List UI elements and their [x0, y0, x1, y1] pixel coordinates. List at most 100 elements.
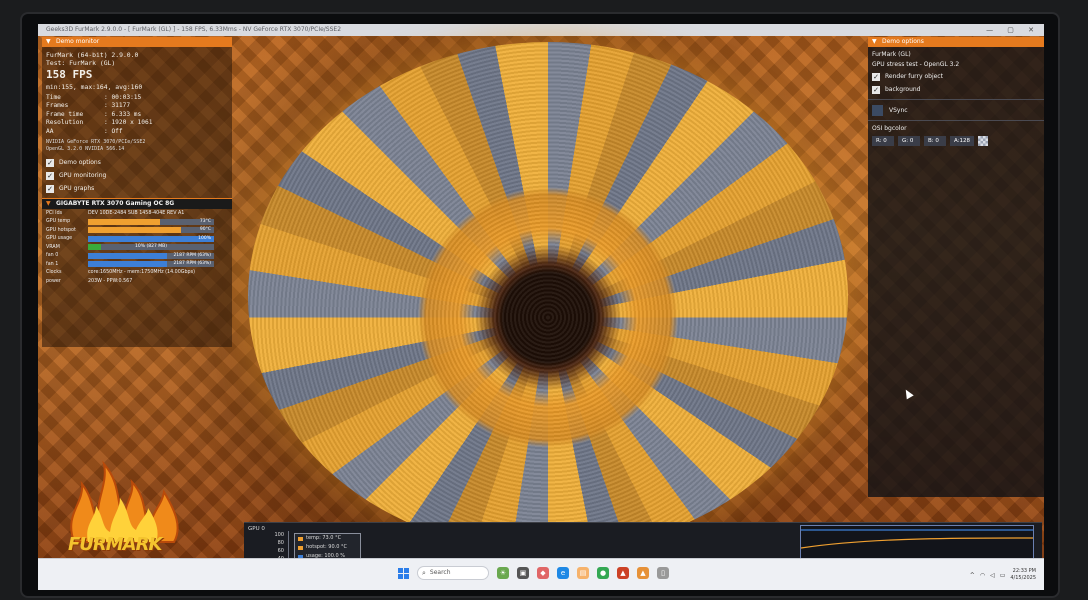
- gpu-stat-value: 10% (827 MB): [135, 244, 167, 250]
- gpu-stat-bar: 73°C: [88, 218, 214, 225]
- gpu-stat-label: VRAM: [46, 244, 60, 250]
- search-placeholder: Search: [429, 569, 451, 576]
- gpu-stat-row: GPU usage 100%: [42, 235, 232, 244]
- copilot-icon[interactable]: ◆: [537, 567, 549, 579]
- bgcolor-b-field[interactable]: B: 0: [924, 136, 946, 146]
- collapse-triangle-icon[interactable]: ▼: [46, 37, 51, 47]
- stat-label: Frame time: [46, 110, 84, 118]
- logo-text: FURMARK: [68, 534, 162, 555]
- gpu-stat-label: fan 0: [46, 253, 59, 259]
- furmark-taskbar-icon[interactable]: ▲: [617, 567, 629, 579]
- clock-date: 4/15/2025: [1010, 575, 1036, 581]
- system-tray: ^ ◠ ◁ ▭ 22:33 PM 4/15/2025: [970, 568, 1036, 582]
- checkmark-icon[interactable]: ✓: [872, 72, 880, 81]
- stat-label: Frames: [46, 102, 69, 110]
- fps-readout: 158 FPS: [46, 68, 93, 81]
- gpu-stat-label: fan 1: [46, 261, 59, 267]
- stat-value: : 1920 x 1061: [104, 119, 153, 127]
- edge-icon[interactable]: e: [557, 567, 569, 579]
- window-titlebar[interactable]: Geeks3D FurMark 2.9.0.0 - [ FurMark (GL)…: [38, 24, 1044, 36]
- checkmark-icon[interactable]: ✓: [46, 171, 54, 180]
- file-explorer-icon[interactable]: ▤: [577, 567, 589, 579]
- widgets-icon[interactable]: ☀: [497, 567, 509, 579]
- furmark-gui-taskbar-icon[interactable]: ▲: [637, 567, 649, 579]
- vsync-toggle[interactable]: VSync: [868, 103, 1044, 117]
- gpu-stat-bar: 90°C: [88, 227, 214, 234]
- checkbox-demo-options[interactable]: ✓ Demo options: [42, 156, 232, 169]
- screen: Geeks3D FurMark 2.9.0.0 - [ FurMark (GL)…: [38, 24, 1044, 590]
- taskbar-search[interactable]: ⌕ Search: [417, 566, 489, 580]
- checkbox-render-furry-object[interactable]: ✓ Render furry object: [868, 70, 1044, 83]
- taskbar: ⌕ Search ☀ ▣ ◆ e ▤ ● ▲ ▲ ▯ ^ ◠ ◁ ▭ 22:33 …: [38, 558, 1044, 590]
- y-tick: 100: [274, 532, 284, 538]
- gpu-stat-row: fan 0 2187 RPM (63%): [42, 252, 232, 261]
- gpu-stat-label: GPU hotspot: [46, 227, 76, 233]
- task-view-icon[interactable]: ▣: [517, 567, 529, 579]
- gpu-stat-value: 90°C: [199, 227, 211, 233]
- furry-donut-render: [248, 42, 848, 552]
- battery-icon[interactable]: ▭: [1000, 572, 1006, 579]
- clocks-value: core:1650MHz - mem:1750MHz (14.00Gbps): [88, 270, 195, 276]
- chevron-up-icon[interactable]: ^: [970, 572, 975, 579]
- app-icon[interactable]: ▯: [657, 567, 669, 579]
- y-tick: 80: [277, 540, 284, 546]
- pci-value: DEV 10DE-2484 SUB 1458-404E REV A1: [88, 210, 185, 216]
- gpu-stat-label: GPU usage: [46, 236, 73, 242]
- stat-row: Frame time: 6.333 ms: [42, 111, 232, 119]
- color-swatch[interactable]: [978, 136, 989, 146]
- demo-monitor-header[interactable]: ▼ Demo monitor: [42, 37, 232, 47]
- checkbox-gpu-graphs[interactable]: ✓ GPU graphs: [42, 182, 232, 195]
- bgcolor-g-field[interactable]: G: 0: [898, 136, 920, 146]
- checkbox-label: Render furry object: [885, 73, 943, 80]
- wifi-icon[interactable]: ◠: [980, 572, 985, 579]
- checkbox-background[interactable]: ✓ background: [868, 83, 1044, 96]
- gpu-stat-row: GPU hotspot 90°C: [42, 226, 232, 235]
- gpu-stat-bar: 100%: [88, 235, 214, 242]
- collapse-triangle-icon[interactable]: ▼: [46, 199, 51, 209]
- checkbox-label: GPU monitoring: [59, 172, 107, 180]
- stat-label: Time: [46, 94, 61, 101]
- taskbar-center: ⌕ Search ☀ ▣ ◆ e ▤ ● ▲ ▲ ▯: [398, 566, 669, 580]
- temp-line: [800, 537, 1034, 549]
- fps-stats: min:155, max:164, avg:160: [46, 83, 143, 91]
- gpu-name: GIGABYTE RTX 3070 Gaming OC 8G: [56, 200, 175, 208]
- window-title: Geeks3D FurMark 2.9.0.0 - [ FurMark (GL)…: [46, 26, 342, 33]
- chrome-icon[interactable]: ●: [597, 567, 609, 579]
- vsync-label: VSync: [889, 106, 908, 114]
- window-controls[interactable]: — ▢ ✕: [986, 24, 1040, 36]
- gpu-stat-value: 2187 RPM (63%): [173, 261, 211, 267]
- checkmark-icon[interactable]: ✓: [872, 85, 880, 94]
- pci-row: PCI Ids DEV 10DE-2484 SUB 1458-404E REV A…: [42, 209, 232, 218]
- vsync-checkbox[interactable]: [872, 104, 883, 116]
- bgcolor-a-field[interactable]: A:128: [950, 136, 975, 146]
- stat-value: : 31177: [104, 102, 131, 110]
- checkbox-gpu-monitoring[interactable]: ✓ GPU monitoring: [42, 169, 232, 182]
- divider: [868, 120, 1044, 121]
- gpu-stat-bar: 2187 RPM (63%): [88, 261, 214, 268]
- pci-label: PCI Ids: [46, 210, 63, 216]
- power-row: power 203W - PPW:0.567: [42, 277, 232, 286]
- divider: [868, 99, 1044, 100]
- collapse-triangle-icon[interactable]: ▼: [872, 37, 877, 47]
- stat-row: AA: Off: [42, 128, 232, 136]
- checkbox-label: background: [885, 86, 921, 93]
- stat-value: : Off: [104, 127, 123, 135]
- gpu-stat-value: 100%: [198, 235, 211, 241]
- gpu-panel-header[interactable]: ▼ GIGABYTE RTX 3070 Gaming OC 8G: [42, 198, 232, 210]
- bgcolor-r-field[interactable]: R: 0: [872, 136, 894, 146]
- start-button-icon[interactable]: [398, 567, 409, 579]
- legend-text: temp: 73.0 °C: [306, 535, 342, 541]
- logo-wordmark: FURMARK: [68, 534, 162, 555]
- mini-graph: [800, 525, 1034, 561]
- checkmark-icon[interactable]: ✓: [46, 158, 54, 167]
- gpu-stat-row: GPU temp 73°C: [42, 218, 232, 227]
- demo-options-header[interactable]: ▼ Demo options: [868, 37, 1044, 47]
- clock-time: 22:33 PM: [1012, 568, 1036, 574]
- y-tick: 60: [277, 548, 284, 554]
- clock[interactable]: 22:33 PM 4/15/2025: [1010, 568, 1036, 582]
- stat-row: Frames : 31177: [42, 102, 232, 110]
- volume-icon[interactable]: ◁: [990, 572, 995, 579]
- demo-monitor-title: Demo monitor: [56, 38, 100, 45]
- gpu-stat-bar: 10% (827 MB): [88, 244, 214, 251]
- checkmark-icon[interactable]: ✓: [46, 184, 54, 193]
